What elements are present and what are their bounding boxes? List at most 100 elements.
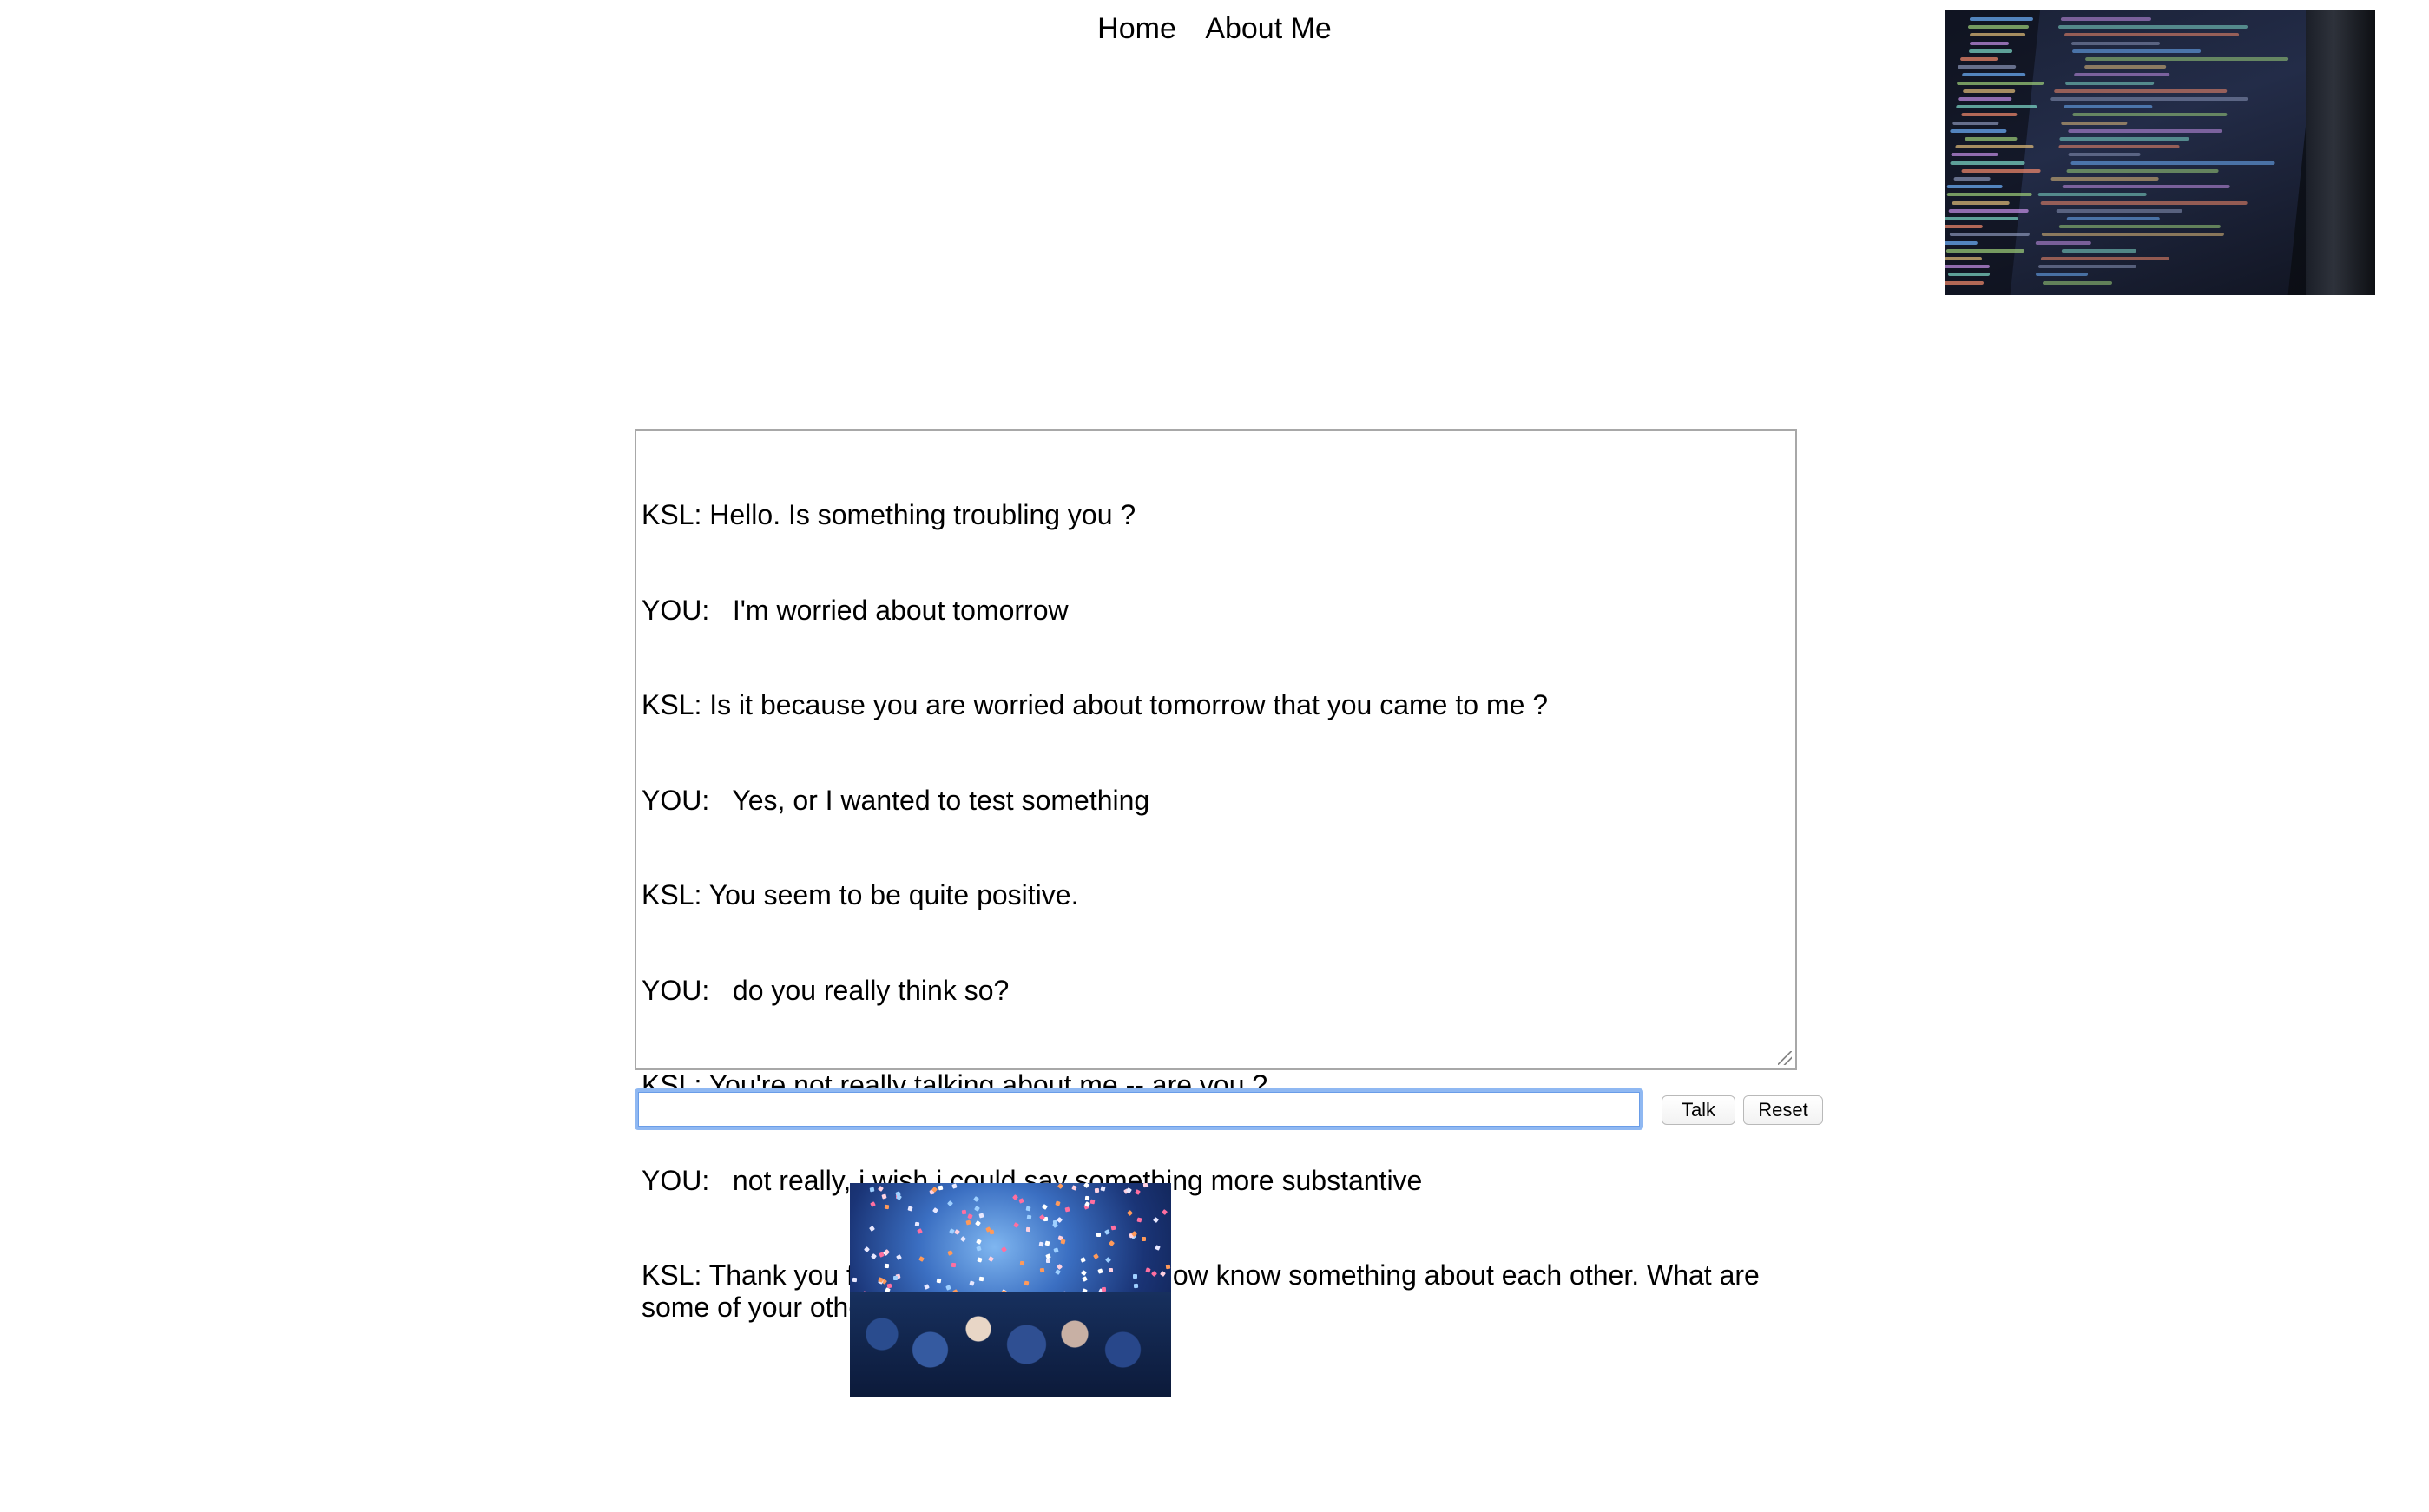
confetti-piece	[1080, 1257, 1087, 1264]
confetti-piece	[869, 1187, 875, 1193]
confetti-piece	[877, 1186, 884, 1193]
code-line	[2040, 201, 2248, 205]
code-line	[1945, 265, 1990, 269]
code-line	[1957, 81, 2044, 85]
code-line	[2064, 81, 2155, 85]
code-line	[2042, 280, 2113, 285]
code-line	[1948, 208, 2030, 213]
confetti-piece	[945, 1285, 951, 1291]
confetti-piece	[951, 1183, 958, 1189]
laptop-screen	[1945, 10, 2318, 295]
confetti-piece	[987, 1255, 994, 1262]
code-line	[2070, 161, 2275, 165]
confetti-piece	[1145, 1266, 1151, 1273]
confetti-piece	[1133, 1283, 1139, 1289]
code-line	[1962, 89, 2016, 93]
resize-grip-icon[interactable]	[1778, 1051, 1792, 1065]
confetti-piece	[895, 1193, 902, 1200]
code-line	[2060, 17, 2151, 21]
code-line	[1969, 33, 2026, 37]
chat-line: YOU: do you really think so?	[642, 974, 1010, 1006]
code-line	[2072, 113, 2228, 117]
code-line	[2068, 153, 2142, 157]
confetti-piece	[1071, 1185, 1077, 1191]
code-line	[1945, 240, 1978, 245]
confetti-piece	[1101, 1286, 1106, 1292]
chat-log-textarea[interactable]: KSL: Hello. Is something troubling you ?…	[635, 429, 1797, 1323]
confetti-piece	[917, 1228, 923, 1235]
talk-button[interactable]: Talk	[1662, 1095, 1735, 1125]
confetti-piece	[1011, 1193, 1018, 1200]
confetti-piece	[1051, 1222, 1058, 1229]
confetti-piece	[1161, 1208, 1168, 1215]
confetti-piece	[1083, 1183, 1089, 1189]
code-line	[1945, 248, 2024, 253]
confetti-piece	[1001, 1246, 1008, 1252]
confetti-piece	[951, 1262, 957, 1267]
code-line	[1945, 280, 1984, 285]
confetti-piece	[978, 1213, 984, 1219]
confetti-piece	[978, 1276, 984, 1281]
chat-line: YOU: I'm worried about tomorrow	[642, 594, 1069, 626]
confetti-piece	[884, 1204, 890, 1210]
code-line	[1969, 17, 2034, 21]
code-line	[2072, 49, 2202, 53]
code-line	[1955, 145, 2034, 149]
code-line	[2054, 89, 2228, 93]
confetti-piece	[977, 1257, 984, 1263]
chat-line: KSL: Hello. Is something troubling you ?	[642, 499, 1136, 530]
confetti-piece	[1013, 1221, 1020, 1228]
code-line	[2058, 225, 2221, 229]
code-line	[1958, 97, 2012, 101]
confetti-piece	[881, 1193, 887, 1200]
code-line	[1961, 113, 2018, 117]
code-line	[1967, 25, 2030, 30]
confetti-piece	[976, 1246, 982, 1252]
confetti-piece	[1055, 1200, 1061, 1206]
confetti-piece	[1044, 1240, 1050, 1246]
code-line	[1955, 105, 2037, 109]
code-line	[1949, 233, 2031, 237]
confetti-piece	[1042, 1203, 1049, 1210]
code-line	[1947, 273, 1991, 277]
code-line	[2058, 137, 2189, 141]
message-input[interactable]	[635, 1088, 1643, 1130]
confetti-piece	[863, 1246, 870, 1252]
confetti-piece	[1159, 1270, 1166, 1277]
confetti-piece	[893, 1276, 899, 1281]
code-line	[2058, 145, 2180, 149]
confetti-piece	[949, 1228, 956, 1235]
confetti-piece	[1136, 1217, 1142, 1223]
confetti-piece	[918, 1255, 925, 1262]
confetti-piece	[1096, 1232, 1101, 1237]
confetti-piece	[884, 1263, 889, 1268]
confetti-piece	[967, 1213, 974, 1219]
confetti-piece	[868, 1225, 875, 1232]
confetti-piece	[1097, 1268, 1103, 1275]
confetti-piece	[1133, 1274, 1138, 1279]
confetti-piece	[1025, 1206, 1031, 1212]
code-line	[1969, 41, 2009, 45]
confetti-piece	[907, 1206, 913, 1212]
laptop-code-image	[1945, 10, 2375, 295]
confetti-piece	[1153, 1216, 1160, 1223]
confetti-piece	[936, 1279, 942, 1284]
chat-line: KSL: You seem to be quite positive.	[642, 879, 1079, 910]
code-line	[1965, 137, 2018, 141]
confetti-piece	[960, 1236, 967, 1243]
reset-button[interactable]: Reset	[1743, 1095, 1823, 1125]
confetti-piece	[938, 1185, 944, 1191]
code-line	[2057, 208, 2182, 213]
nav-about-me-link[interactable]: About Me	[1205, 12, 1332, 45]
confetti-piece	[1126, 1210, 1134, 1217]
code-line	[1945, 217, 2019, 220]
code-line	[1959, 57, 1998, 61]
confetti-piece	[1081, 1269, 1088, 1276]
confetti-piece	[1142, 1183, 1149, 1188]
crowd	[850, 1292, 1171, 1397]
confetti-piece	[1044, 1252, 1051, 1259]
code-line	[2040, 257, 2170, 260]
nav-home-link[interactable]: Home	[1097, 12, 1176, 45]
confetti-piece	[1155, 1244, 1161, 1251]
confetti-piece	[870, 1252, 877, 1259]
